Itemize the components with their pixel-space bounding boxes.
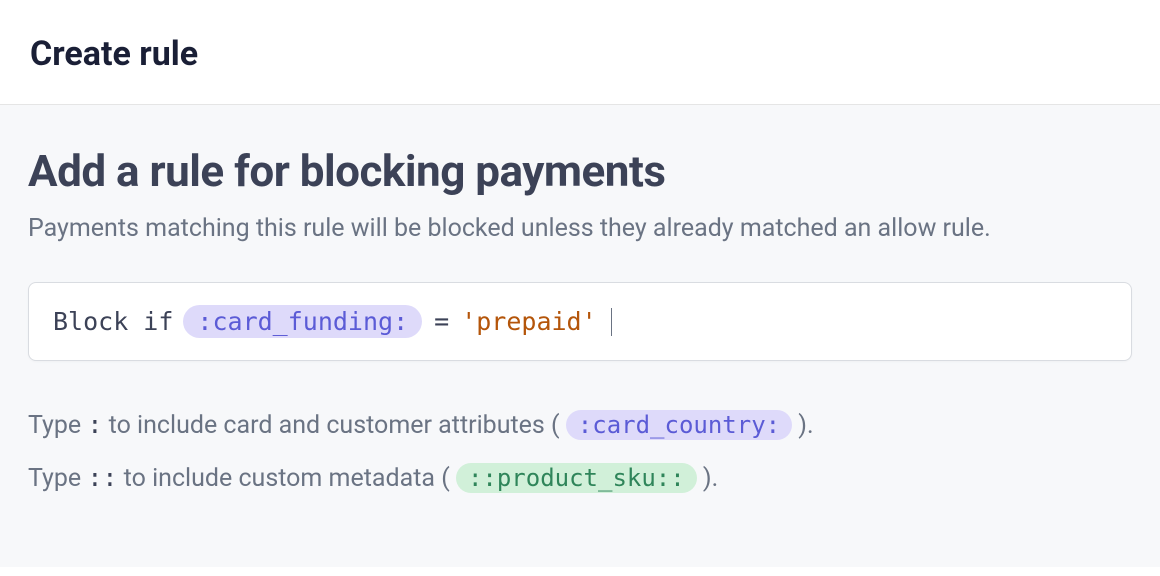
page-title: Add a rule for blocking payments xyxy=(28,145,1132,197)
hint-attributes: Type : to include card and customer attr… xyxy=(28,401,1132,450)
attribute-pill-example: :card_country: xyxy=(566,410,792,440)
hint-code-colon: : xyxy=(87,410,102,439)
hint-text: Type xyxy=(28,411,87,440)
rule-keyword: Block if xyxy=(53,307,173,336)
hint-text: to include card and customer attributes … xyxy=(102,411,565,440)
editor-hints: Type : to include card and customer attr… xyxy=(28,401,1132,502)
header-title: Create rule xyxy=(30,34,1130,74)
hint-text: ). xyxy=(792,411,814,440)
attribute-token: :card_funding: xyxy=(183,305,422,338)
text-cursor-icon xyxy=(611,308,613,336)
hint-text: to include custom metadata ( xyxy=(117,464,455,493)
rule-operator: = xyxy=(432,307,451,336)
hint-metadata: Type :: to include custom metadata ( ::p… xyxy=(28,454,1132,503)
hint-code-double-colon: :: xyxy=(87,463,117,492)
hint-text: Type xyxy=(28,464,87,493)
rule-value: 'prepaid' xyxy=(461,307,596,336)
main-content: Add a rule for blocking payments Payment… xyxy=(0,105,1160,567)
page-header: Create rule xyxy=(0,0,1160,105)
metadata-pill-example: ::product_sku:: xyxy=(456,463,697,493)
page-subtitle: Payments matching this rule will be bloc… xyxy=(28,211,1132,246)
rule-editor-input[interactable]: Block if :card_funding: = 'prepaid' xyxy=(28,282,1132,361)
hint-text: ). xyxy=(697,464,719,493)
